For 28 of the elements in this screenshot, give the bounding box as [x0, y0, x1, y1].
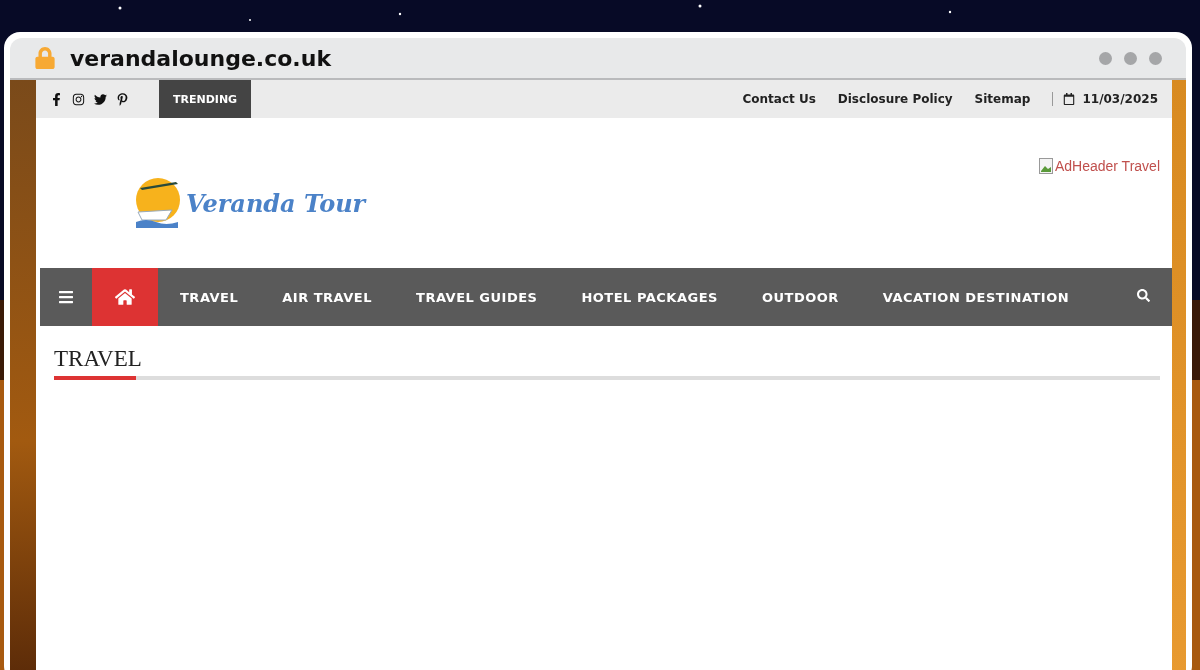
- broken-image-icon: [1038, 158, 1053, 174]
- section-title: TRAVEL: [54, 346, 142, 372]
- nav-item[interactable]: AIR TRAVEL: [260, 268, 394, 326]
- nav-item[interactable]: TRAVEL GUIDES: [394, 268, 560, 326]
- trending-label: TRENDING: [159, 80, 252, 118]
- top-link[interactable]: Contact Us: [742, 92, 816, 106]
- window-dot[interactable]: [1124, 51, 1137, 65]
- nav-item[interactable]: TRAVEL: [158, 268, 261, 326]
- ad-alt-text: AdHeader Travel: [1054, 158, 1160, 174]
- date-text: 11/03/2025: [1082, 92, 1158, 106]
- twitter-icon[interactable]: [94, 92, 107, 106]
- home-button[interactable]: [92, 268, 158, 326]
- facebook-icon[interactable]: [50, 92, 63, 106]
- window-dot[interactable]: [1149, 51, 1162, 65]
- calendar-icon: [1063, 93, 1076, 105]
- nav-item[interactable]: VACATION DESTINATION: [860, 268, 1092, 326]
- url-text: verandalounge.co.uk: [70, 45, 332, 71]
- logo-text[interactable]: Veranda Tour: [186, 188, 366, 218]
- nav-item[interactable]: HOTEL PACKAGES: [559, 268, 740, 326]
- top-link[interactable]: Disclosure Policy: [837, 92, 953, 106]
- top-link[interactable]: Sitemap: [974, 92, 1031, 106]
- pinterest-icon[interactable]: [116, 92, 129, 106]
- home-icon: [115, 287, 135, 307]
- menu-icon: [58, 289, 74, 305]
- window-dot[interactable]: [1099, 51, 1112, 65]
- nav-item[interactable]: OUTDOOR: [739, 268, 861, 326]
- search-icon: [1137, 289, 1150, 302]
- instagram-icon[interactable]: [72, 92, 85, 106]
